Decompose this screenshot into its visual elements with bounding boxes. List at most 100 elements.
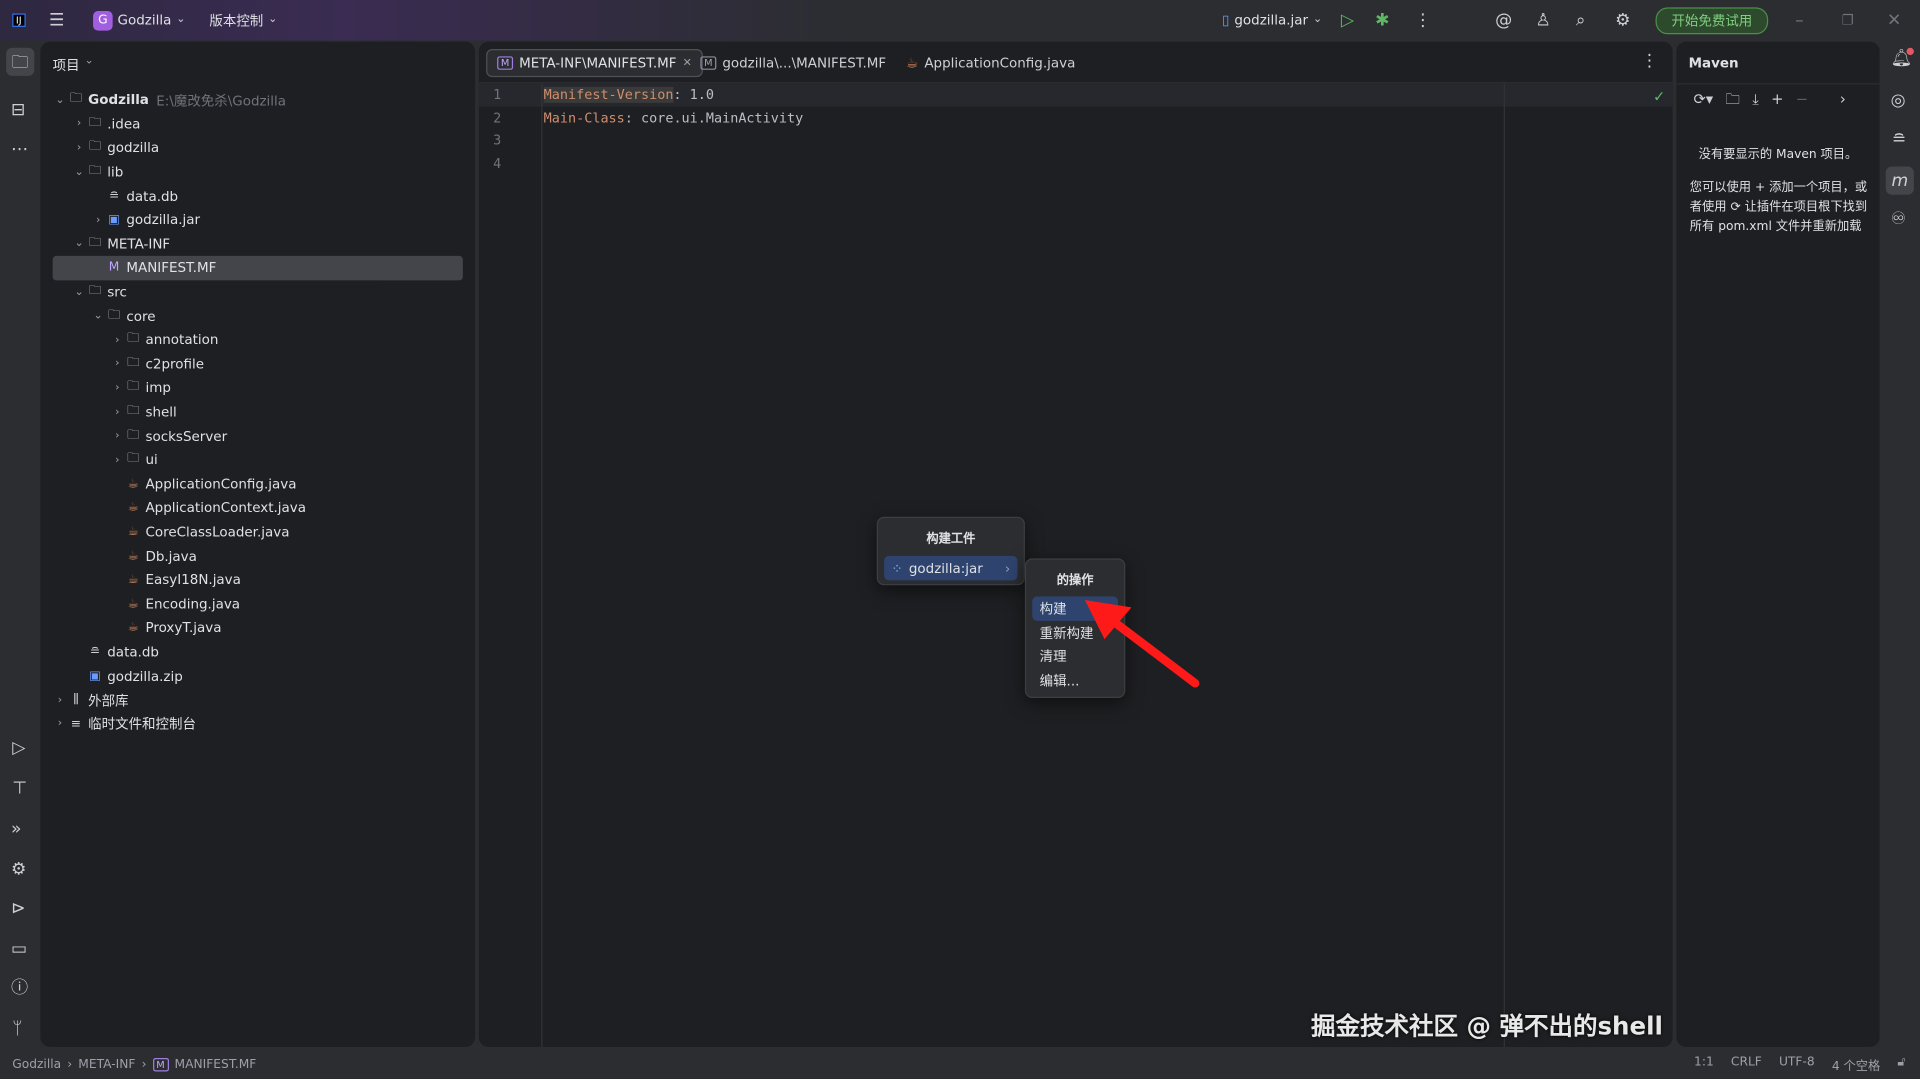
tree-item-label: .idea	[107, 116, 141, 133]
maven-tool-icon[interactable]: m	[1885, 166, 1914, 195]
reload-icon[interactable]: ⟳	[1730, 201, 1740, 214]
restore-button[interactable]: ❐	[1842, 13, 1854, 26]
gear-icon[interactable]: ⚙	[1615, 12, 1630, 29]
tree-item[interactable]: ⌄ 🗀 src	[40, 280, 475, 304]
chevron-right-icon[interactable]: ›	[110, 382, 125, 394]
run-tool-icon[interactable]: ▷	[12, 740, 25, 757]
tree-item[interactable]: ☕ Db.java	[40, 544, 475, 568]
chevron-down-icon[interactable]: ⌄	[72, 286, 87, 298]
tree-item[interactable]: › 🗀 c2profile	[40, 352, 475, 376]
tree-item[interactable]: › 🗀 ui	[40, 448, 475, 472]
caret-position[interactable]: 1:1	[1694, 1055, 1714, 1073]
database-icon[interactable]: ≘	[1892, 131, 1906, 148]
tree-item[interactable]: ⌄ 🗀 Godzilla E:\魔改免杀\Godzilla	[40, 88, 475, 112]
main-menu-icon[interactable]: ☰	[49, 12, 64, 29]
tree-item[interactable]: ▣ godzilla.zip	[40, 664, 475, 688]
status-bar: Godzilla › META-INF › M MANIFEST.MF 1:1 CRLF …	[0, 1049, 1920, 1079]
line-separator[interactable]: CRLF	[1731, 1055, 1762, 1073]
run-icon[interactable]: ▷	[1341, 12, 1354, 29]
chevron-down-icon[interactable]: ⌄	[91, 310, 106, 322]
chevron-right-icon[interactable]: ›	[1840, 92, 1846, 107]
tree-item[interactable]: › 🗀 annotation	[40, 328, 475, 352]
tree-item[interactable]: › 🗀 .idea	[40, 112, 475, 136]
tree-item[interactable]: › ▣ godzilla.jar	[40, 208, 475, 232]
tree-item[interactable]: › 🗀 godzilla	[40, 136, 475, 160]
run-config-selector[interactable]: ▯ godzilla.jar ⌄	[1222, 0, 1322, 40]
debug-icon[interactable]: ✱	[1375, 12, 1389, 29]
editor: M META-INF\MANIFEST.MF ✕ Mgodzilla\...\MAN…	[478, 41, 1673, 1047]
close-window-button[interactable]: ✕	[1887, 12, 1901, 29]
project-view-selector[interactable]: 项目 ⌄	[53, 55, 94, 75]
tree-item[interactable]: ≘ data.db	[40, 640, 475, 664]
tree-item[interactable]: ☕ ApplicationConfig.java	[40, 472, 475, 496]
breadcrumb-item[interactable]: META-INF	[78, 1057, 135, 1070]
project-selector[interactable]: G Godzilla ⌄	[93, 0, 185, 40]
chevron-down-icon[interactable]: ⌄	[53, 94, 68, 106]
tab-options-icon[interactable]: ⋮	[1641, 53, 1658, 70]
structure-icon[interactable]: ⊟	[11, 102, 25, 119]
tree-item[interactable]: ⌄ 🗀 core	[40, 304, 475, 328]
tree-item[interactable]: › 🗀 shell	[40, 400, 475, 424]
breadcrumb-item[interactable]: Godzilla	[12, 1057, 61, 1070]
plugins-icon[interactable]: ⚙	[11, 861, 26, 878]
tree-item[interactable]: ☕ ApplicationContext.java	[40, 496, 475, 520]
more-tools-icon[interactable]: ⋯	[11, 141, 28, 158]
ai-chat-icon[interactable]: ◎	[1891, 92, 1906, 109]
terminal-icon[interactable]: ▭	[11, 940, 27, 957]
tree-item[interactable]: › 🗀 socksServer	[40, 424, 475, 448]
chevron-right-icon[interactable]: ›	[72, 142, 87, 154]
tree-item[interactable]: › 🗀 imp	[40, 376, 475, 400]
tree-item[interactable]: ☕ CoreClassLoader.java	[40, 520, 475, 544]
chevron-right-icon[interactable]: ›	[110, 430, 125, 442]
python-icon[interactable]: ♾	[1891, 211, 1906, 228]
chevron-right-icon[interactable]: ›	[110, 334, 125, 346]
tree-item[interactable]: ☕ EasyI18N.java	[40, 568, 475, 592]
tree-item[interactable]: ☕ Encoding.java	[40, 592, 475, 616]
tab-application-config[interactable]: ☕ ApplicationConfig.java	[896, 49, 1085, 77]
chevron-right-icon[interactable]: ›	[110, 358, 125, 370]
chevron-right-icon[interactable]: ›	[110, 454, 125, 466]
problems-icon[interactable]: ⓘ	[11, 980, 28, 997]
add-user-icon[interactable]: ♙	[1536, 12, 1551, 29]
chevron-right-icon[interactable]: ›	[91, 214, 106, 226]
start-trial-button[interactable]: 开始免费试用	[1655, 6, 1769, 34]
ai-assistant-icon[interactable]: @	[1495, 12, 1512, 29]
search-icon[interactable]: ⌕	[1576, 12, 1586, 29]
tree-item[interactable]: M MANIFEST.MF	[52, 256, 463, 281]
tab-godzilla-manifest[interactable]: Mgodzilla\...\MANIFEST.MF	[691, 49, 896, 77]
read-only-toggle-icon[interactable]: 🔓︎	[1897, 1055, 1905, 1073]
tree-item[interactable]: › ≡ 临时文件和控制台	[40, 712, 475, 736]
add-icon[interactable]: +	[1771, 92, 1783, 107]
chevron-right-icon[interactable]: ›	[53, 718, 68, 730]
reload-icon[interactable]: ⟳▾	[1693, 92, 1713, 107]
services-icon[interactable]: »	[11, 820, 22, 837]
chevron-down-icon[interactable]: ⌄	[72, 166, 87, 178]
indent-setting[interactable]: 4 个空格	[1832, 1055, 1880, 1073]
chevron-right-icon[interactable]: ›	[53, 694, 68, 706]
artifact-item-godzilla-jar[interactable]: ⁘ godzilla:jar ›	[884, 555, 1018, 581]
tree-item[interactable]: › ⫼ 外部库	[40, 688, 475, 712]
tree-item[interactable]: ☕ ProxyT.java	[40, 616, 475, 640]
file-encoding[interactable]: UTF-8	[1779, 1055, 1815, 1073]
download-icon[interactable]: ⤓	[1752, 92, 1759, 107]
chevron-right-icon[interactable]: ›	[72, 118, 87, 130]
project-tool-icon[interactable]: 🗀	[6, 47, 35, 76]
add-icon[interactable]: +	[1755, 181, 1765, 194]
more-icon[interactable]: ⋮	[1414, 12, 1431, 29]
git-icon[interactable]: ᛘ	[12, 1020, 22, 1037]
minimize-button[interactable]: –	[1795, 12, 1804, 29]
tree-item[interactable]: ⌄ 🗀 lib	[40, 160, 475, 184]
reimport-folder-icon[interactable]: 🗀	[1725, 92, 1740, 107]
folder-icon: 🗀	[88, 284, 102, 298]
tree-item[interactable]: ⌄ 🗀 META-INF	[40, 232, 475, 256]
build-icon[interactable]: ⊤	[12, 780, 27, 797]
breadcrumb-item[interactable]: MANIFEST.MF	[175, 1057, 257, 1070]
chevron-right-icon[interactable]: ›	[110, 406, 125, 418]
tree-item[interactable]: ≘ data.db	[40, 184, 475, 208]
tab-meta-inf-manifest[interactable]: M META-INF\MANIFEST.MF ✕	[486, 48, 703, 78]
chevron-down-icon[interactable]: ⌄	[72, 238, 87, 250]
debug-tool-icon[interactable]: ⊳	[11, 900, 25, 917]
remove-icon[interactable]: −	[1796, 92, 1808, 107]
folder-icon: 🗀	[127, 332, 140, 346]
vcs-menu[interactable]: 版本控制 ⌄	[209, 0, 277, 40]
